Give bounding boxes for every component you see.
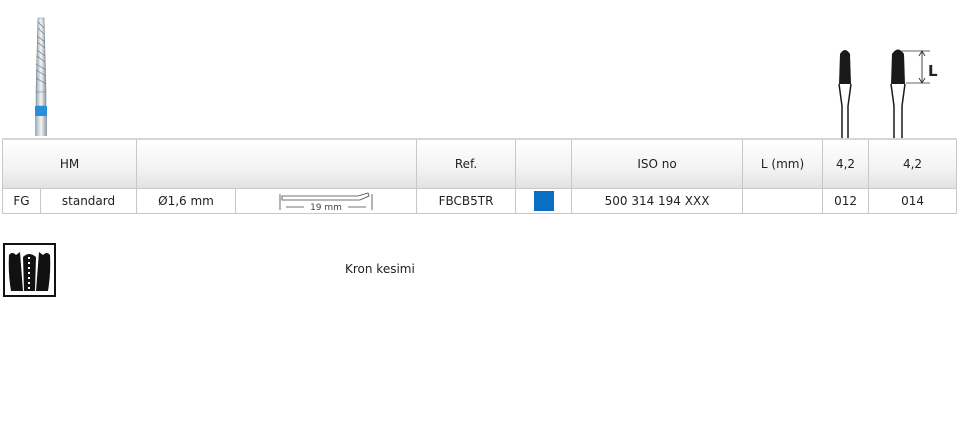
table-header-row: HM Ref. ISO no L (mm) 4,2 4,2	[1, 138, 958, 189]
cell-length-drawing: 19 mm	[235, 188, 418, 214]
cell-size-code-1: 012	[822, 188, 870, 214]
crown-cutting-icon	[3, 243, 56, 297]
bur-image	[35, 17, 47, 136]
header-color	[515, 138, 573, 189]
color-swatch	[533, 191, 554, 211]
header-length: L (mm)	[742, 138, 824, 189]
header-size-1: 4,2	[822, 138, 870, 189]
spec-table: HM Ref. ISO no L (mm) 4,2 4,2 FG standar…	[1, 138, 958, 214]
head-shape-diagram-2	[890, 49, 930, 138]
bur-length-drawing: 19 mm	[279, 192, 373, 213]
overall-length-label: 19 mm	[310, 203, 342, 212]
cell-color	[515, 188, 573, 214]
header-iso: ISO no	[571, 138, 744, 189]
header-ref: Ref.	[416, 138, 517, 189]
application-label: Kron kesimi	[345, 262, 415, 276]
header-material: HM	[1, 138, 138, 189]
cell-type: standard	[39, 188, 138, 214]
head-shape-diagram-1	[838, 50, 852, 138]
header-blank	[136, 138, 418, 189]
cell-diameter: Ø1,6 mm	[136, 188, 237, 214]
header-size-2: 4,2	[868, 138, 958, 189]
length-marker-label: L	[928, 62, 938, 80]
cell-iso: 500 314 194 XXX	[571, 188, 744, 214]
table-row: FG standard Ø1,6 mm 19 mm FBCB5TR 500 31…	[2, 188, 958, 214]
cell-size-code-2: 014	[868, 188, 958, 214]
cell-ref: FBCB5TR	[416, 188, 517, 214]
cell-length	[742, 188, 824, 214]
cell-shank: FG	[2, 188, 41, 214]
